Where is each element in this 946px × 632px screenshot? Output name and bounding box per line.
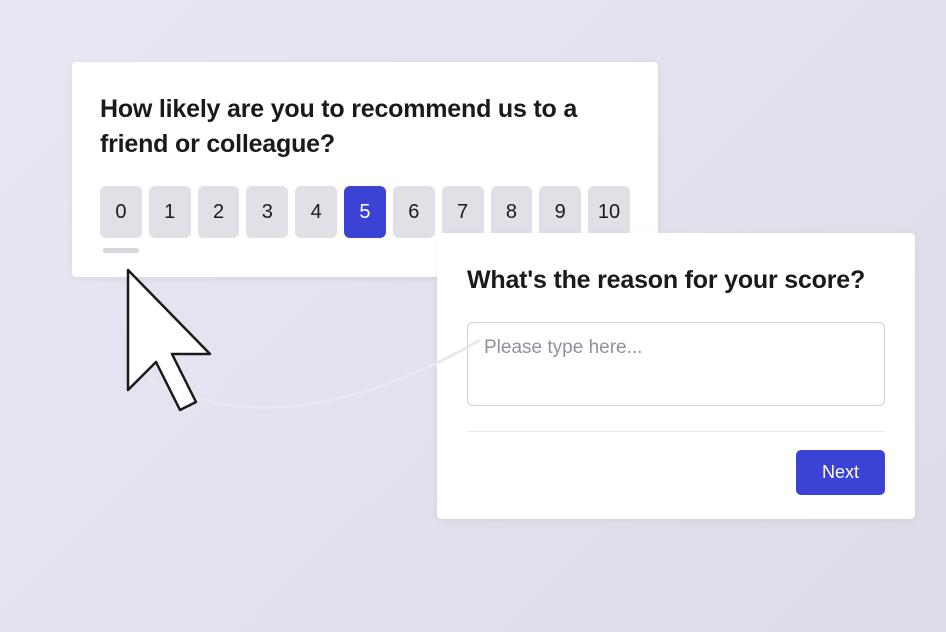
rating-scale: 0 1 2 3 4 5 6 7 8 9 10 — [100, 186, 630, 238]
reason-card: What's the reason for your score? Next — [437, 233, 915, 519]
rating-4[interactable]: 4 — [295, 186, 337, 238]
footer-row: Next — [467, 450, 885, 495]
rating-0[interactable]: 0 — [100, 186, 142, 238]
next-button[interactable]: Next — [796, 450, 885, 495]
rating-3[interactable]: 3 — [246, 186, 288, 238]
rating-1[interactable]: 1 — [149, 186, 191, 238]
nps-question: How likely are you to recommend us to a … — [100, 92, 630, 162]
rating-indicator — [103, 248, 139, 253]
rating-8[interactable]: 8 — [491, 186, 533, 238]
cursor-arrow-icon — [68, 260, 228, 460]
rating-2[interactable]: 2 — [198, 186, 240, 238]
rating-7[interactable]: 7 — [442, 186, 484, 238]
reason-question: What's the reason for your score? — [467, 263, 885, 298]
rating-5[interactable]: 5 — [344, 186, 386, 238]
rating-6[interactable]: 6 — [393, 186, 435, 238]
rating-9[interactable]: 9 — [539, 186, 581, 238]
reason-input[interactable] — [467, 322, 885, 406]
rating-10[interactable]: 10 — [588, 186, 630, 238]
divider — [467, 431, 885, 432]
